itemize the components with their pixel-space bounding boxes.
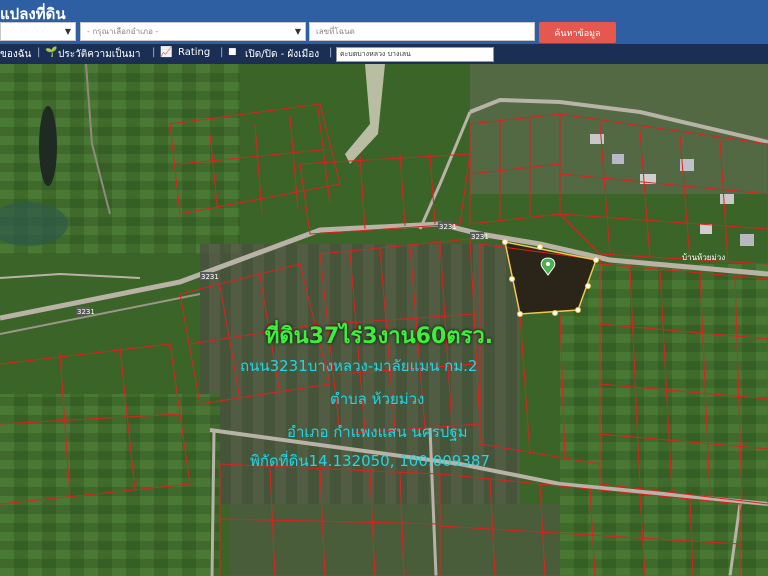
province-select[interactable]: ▼ bbox=[0, 22, 76, 41]
village-label: บ้านห้วยม่วง bbox=[682, 253, 725, 262]
overlay-road: ถนน3231บางหลวง-มาลัยแมน กม.2 bbox=[240, 357, 478, 375]
chevron-down-icon: ▼ bbox=[64, 27, 71, 36]
road-label-4: 3231 bbox=[471, 233, 489, 241]
road-label-2: 3231 bbox=[77, 308, 95, 316]
chevron-down-icon: ▼ bbox=[294, 27, 301, 36]
parcel-number-placeholder: เลขที่โฉนด bbox=[316, 27, 355, 36]
toolbar-rating-item[interactable]: Rating bbox=[178, 47, 210, 58]
header-bar: แปลงที่ดิน ▼ - กรุณาเลือกอำเภอ - ▼ เลขที… bbox=[0, 0, 768, 44]
overlay-district: อำเภอ กำแพงแสน นครปฐม bbox=[287, 423, 468, 441]
overlay-land-size: ที่ดิน37ไร่3งาน60ตรว. bbox=[264, 324, 494, 349]
sprout-icon: 🌱 bbox=[45, 47, 58, 58]
toolbar-history-item[interactable]: ประวัติความเป็นมา bbox=[58, 47, 141, 62]
parcel-number-input[interactable]: เลขที่โฉนด bbox=[309, 22, 535, 41]
satellite-map[interactable]: 3231 3231 3231 3231 บ้านห้วยม่วง ที่ดิน3… bbox=[0, 64, 768, 576]
search-button[interactable]: ค้นหาข้อมูล bbox=[539, 22, 616, 43]
overlay-coordinates: พิกัดที่ดิน14.132050, 100.009387 bbox=[250, 452, 490, 470]
toolbar-my-item[interactable]: ของฉัน bbox=[0, 47, 31, 62]
chart-icon: 📈 bbox=[160, 47, 173, 58]
road-label-1: 3231 bbox=[201, 273, 219, 281]
toolbar-zoning-item[interactable]: เปิด/ปิด - ผังเมือง bbox=[245, 47, 319, 62]
location-input[interactable]: ตะบตบางหลวง บางเลน bbox=[336, 47, 494, 62]
map-toolbar: ของฉัน | 🌱 ประวัติความเป็นมา | 📈 Rating … bbox=[0, 44, 768, 64]
overlay-subdistrict: ตำบล ห้วยม่วง bbox=[330, 390, 425, 408]
road-label-3: 3231 bbox=[439, 223, 457, 231]
district-select-value: - กรุณาเลือกอำเภอ - bbox=[87, 27, 159, 36]
checkbox-icon[interactable]: ■ bbox=[228, 47, 237, 57]
district-select[interactable]: - กรุณาเลือกอำเภอ - ▼ bbox=[80, 22, 306, 41]
